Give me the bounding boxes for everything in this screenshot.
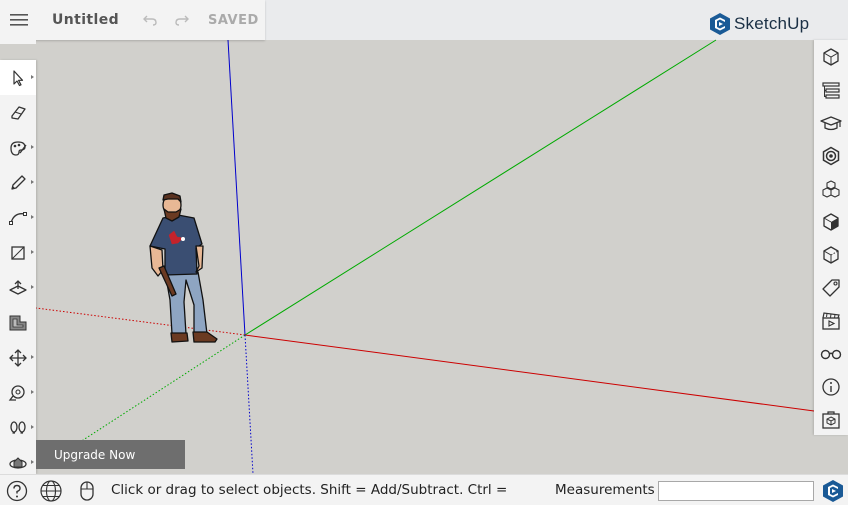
paint-icon [10, 140, 27, 156]
walk-tool-button[interactable] [0, 410, 36, 445]
materials-panel-button[interactable] [814, 139, 848, 172]
main-menu-button[interactable] [0, 0, 38, 40]
rectangle-icon [11, 245, 25, 260]
scenes-panel-button[interactable] [814, 304, 848, 337]
z-axis-line [227, 39, 246, 336]
x-axis-negative [35, 307, 246, 336]
sketchup-logo-icon [710, 13, 730, 35]
document-title[interactable]: Untitled [52, 12, 134, 28]
y-axis-line [244, 39, 717, 336]
arc-icon [9, 211, 27, 225]
instructor-panel-button[interactable] [814, 106, 848, 139]
tag-icon [822, 278, 840, 297]
upgrade-now-button[interactable]: Upgrade Now [36, 440, 185, 469]
eraser-icon [11, 105, 26, 120]
y-axis-negative [59, 334, 246, 456]
tape-measure-icon [8, 384, 25, 401]
tags-panel-button[interactable] [814, 271, 848, 304]
geo-location-button[interactable] [38, 479, 64, 503]
model-viewport[interactable] [0, 0, 848, 474]
warehouse-box-icon [822, 410, 840, 429]
hamburger-icon [10, 14, 28, 26]
right-panel-toolbar [814, 40, 848, 435]
push-pull-icon [9, 279, 27, 295]
help-icon [6, 480, 28, 502]
offset-tool-button[interactable] [0, 305, 36, 340]
graduation-cap-icon [820, 115, 842, 130]
mouse-instructions-button[interactable] [74, 479, 100, 503]
pencil-icon [11, 174, 26, 190]
scale-figure [149, 192, 218, 343]
tape-measure-tool-button[interactable] [0, 375, 36, 410]
push-pull-tool-button[interactable] [0, 270, 36, 305]
move-tool-button[interactable] [0, 340, 36, 375]
measurements-label: Measurements [555, 482, 655, 498]
status-message: Click or drag to select objects. Shift =… [111, 482, 508, 498]
styles-panel-button[interactable] [814, 205, 848, 238]
status-logo [822, 479, 844, 505]
measurements-input[interactable] [658, 481, 814, 501]
undo-icon [143, 15, 157, 26]
mouse-icon [80, 481, 94, 501]
save-status: SAVED [208, 12, 259, 28]
undo-button[interactable] [134, 0, 166, 40]
glasses-icon [820, 349, 842, 359]
rectangle-tool-button[interactable] [0, 235, 36, 270]
info-panel-button[interactable] [814, 370, 848, 403]
cursor-arrow-icon [13, 69, 24, 86]
brand-name: SketchUp [734, 14, 810, 33]
views-panel-button[interactable] [814, 238, 848, 271]
footprints-icon [10, 420, 26, 434]
redo-button[interactable] [166, 0, 198, 40]
x-axis-line [244, 334, 815, 412]
eraser-tool-button[interactable] [0, 95, 36, 130]
clapperboard-icon [822, 311, 840, 330]
sketchup-logo: SketchUp [709, 12, 809, 36]
components-icon [822, 179, 840, 198]
status-bar: Click or drag to select objects. Shift =… [0, 474, 848, 505]
3d-warehouse-panel-button[interactable] [814, 403, 848, 436]
offset-icon [9, 315, 27, 330]
orbit-icon [9, 456, 27, 469]
help-button[interactable] [4, 479, 30, 503]
display-panel-button[interactable] [814, 337, 848, 370]
materials-icon [822, 146, 840, 165]
select-tool-button[interactable] [0, 60, 36, 95]
components-panel-button[interactable] [814, 172, 848, 205]
title-bar: Untitled SAVED [0, 0, 265, 40]
globe-icon [40, 480, 62, 502]
left-toolbar [0, 60, 36, 474]
z-axis-negative [244, 334, 254, 474]
arc-tool-button[interactable] [0, 200, 36, 235]
paint-bucket-tool-button[interactable] [0, 130, 36, 165]
move-icon [9, 348, 27, 367]
title-bar-tab [0, 40, 36, 44]
entity-info-panel-button[interactable] [814, 40, 848, 73]
cube-info-icon [823, 47, 839, 66]
sketchup-logo-icon [823, 480, 843, 502]
redo-icon [175, 15, 189, 26]
info-icon [822, 377, 840, 396]
axes [35, 39, 815, 474]
outliner-icon [822, 81, 840, 99]
pencil-tool-button[interactable] [0, 165, 36, 200]
styles-cube-icon [823, 212, 839, 231]
views-icon [823, 245, 839, 264]
outliner-panel-button[interactable] [814, 73, 848, 106]
